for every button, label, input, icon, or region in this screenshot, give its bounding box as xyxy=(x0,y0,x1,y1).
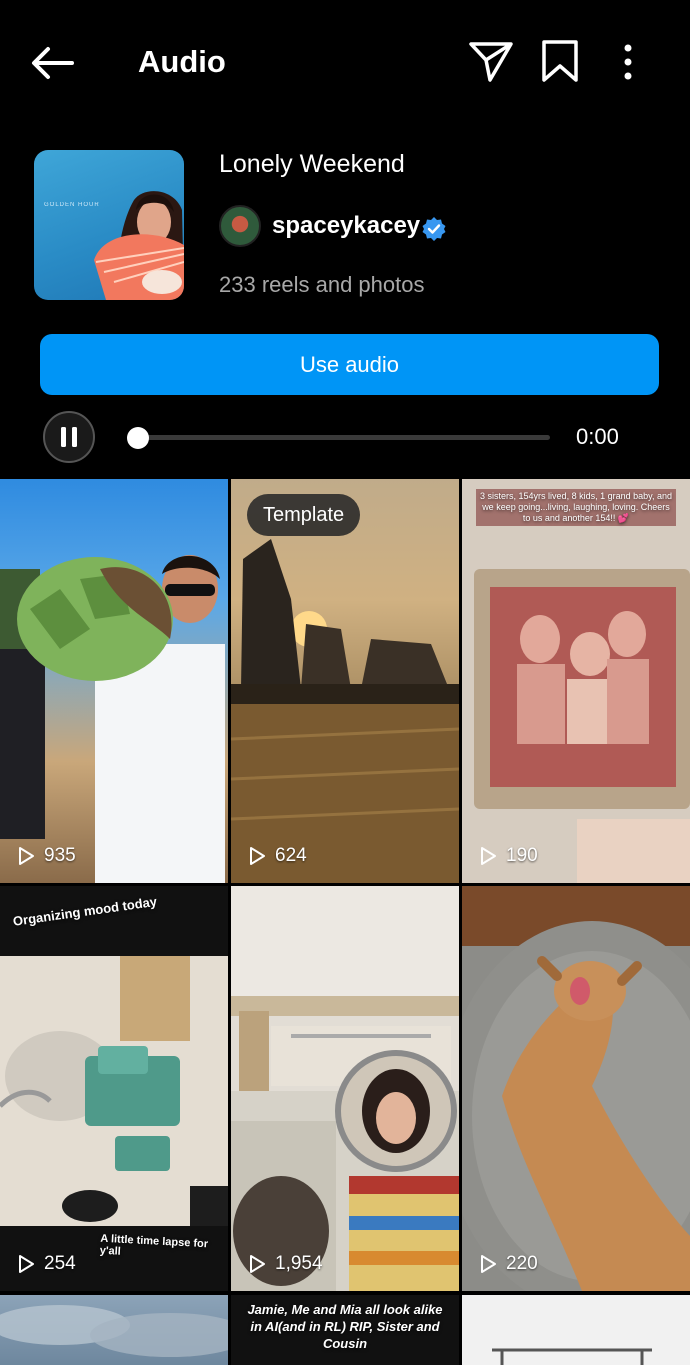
view-count: 254 xyxy=(16,1253,76,1275)
play-icon xyxy=(250,1255,265,1273)
album-cover[interactable]: GOLDEN HOUR xyxy=(34,150,184,300)
reel-tile[interactable]: Template 624 xyxy=(231,479,459,883)
track-title: Lonely Weekend xyxy=(219,150,405,178)
reel-caption: 3 sisters, 154yrs lived, 8 kids, 1 grand… xyxy=(476,489,676,526)
play-icon xyxy=(19,1255,34,1273)
reel-tile[interactable]: 1,954 xyxy=(231,886,459,1291)
play-icon xyxy=(481,847,496,865)
view-count: 220 xyxy=(478,1253,538,1275)
view-count-value: 220 xyxy=(506,1253,538,1274)
artist-name[interactable]: spaceykacey xyxy=(272,212,420,240)
save-button[interactable] xyxy=(540,38,580,84)
share-button[interactable] xyxy=(468,38,514,84)
send-icon xyxy=(469,42,513,82)
view-count: 935 xyxy=(16,845,76,867)
view-count-value: 624 xyxy=(275,845,307,866)
top-bar: Audio xyxy=(0,0,690,125)
reel-tile[interactable] xyxy=(462,1295,690,1365)
artist-avatar[interactable] xyxy=(219,205,261,247)
play-icon xyxy=(19,847,34,865)
view-count-value: 935 xyxy=(44,845,76,866)
reel-thumbnail xyxy=(0,886,228,1291)
reel-tile[interactable]: Jamie, Me and Mia all look alike in AI(a… xyxy=(231,1295,459,1365)
reel-tile[interactable]: 3 sisters, 154yrs lived, 8 kids, 1 grand… xyxy=(462,479,690,883)
play-icon xyxy=(481,1255,496,1273)
audio-progress-bar[interactable] xyxy=(138,435,550,440)
template-badge: Template xyxy=(247,494,361,536)
bookmark-icon xyxy=(542,40,578,82)
use-audio-button[interactable]: Use audio xyxy=(40,334,659,395)
pause-icon xyxy=(43,411,95,463)
view-count-value: 254 xyxy=(44,1253,76,1274)
reel-thumbnail xyxy=(462,886,690,1291)
reel-thumbnail xyxy=(231,479,459,883)
view-count-value: 1,954 xyxy=(275,1253,323,1274)
reel-thumbnail xyxy=(231,886,459,1291)
album-art-figure xyxy=(94,191,184,300)
more-icon xyxy=(624,44,632,80)
play-icon xyxy=(250,847,265,865)
pause-button[interactable] xyxy=(42,410,96,464)
reel-thumbnail xyxy=(462,479,690,883)
reel-tile[interactable]: Organizing mood today A little time laps… xyxy=(0,886,228,1291)
reel-thumbnail xyxy=(492,1348,652,1365)
back-button[interactable] xyxy=(28,38,78,88)
playback-time: 0:00 xyxy=(576,424,619,449)
page-title: Audio xyxy=(138,44,226,79)
view-count: 1,954 xyxy=(247,1253,323,1275)
audio-scrubber[interactable] xyxy=(127,427,149,449)
reel-tile[interactable]: 220 xyxy=(462,886,690,1291)
reel-caption: Jamie, Me and Mia all look alike in AI(a… xyxy=(247,1302,443,1351)
reel-thumbnail xyxy=(0,555,225,883)
reels-count: 233 reels and photos xyxy=(219,272,425,297)
view-count: 190 xyxy=(478,845,538,867)
reel-thumbnail xyxy=(0,1305,228,1357)
reel-tile[interactable]: 935 xyxy=(0,479,228,883)
view-count-value: 190 xyxy=(506,845,538,866)
back-arrow-icon xyxy=(32,47,74,79)
verified-icon xyxy=(422,217,446,241)
view-count: 624 xyxy=(247,845,307,867)
more-options-button[interactable] xyxy=(612,40,644,84)
reel-tile[interactable] xyxy=(0,1295,228,1365)
